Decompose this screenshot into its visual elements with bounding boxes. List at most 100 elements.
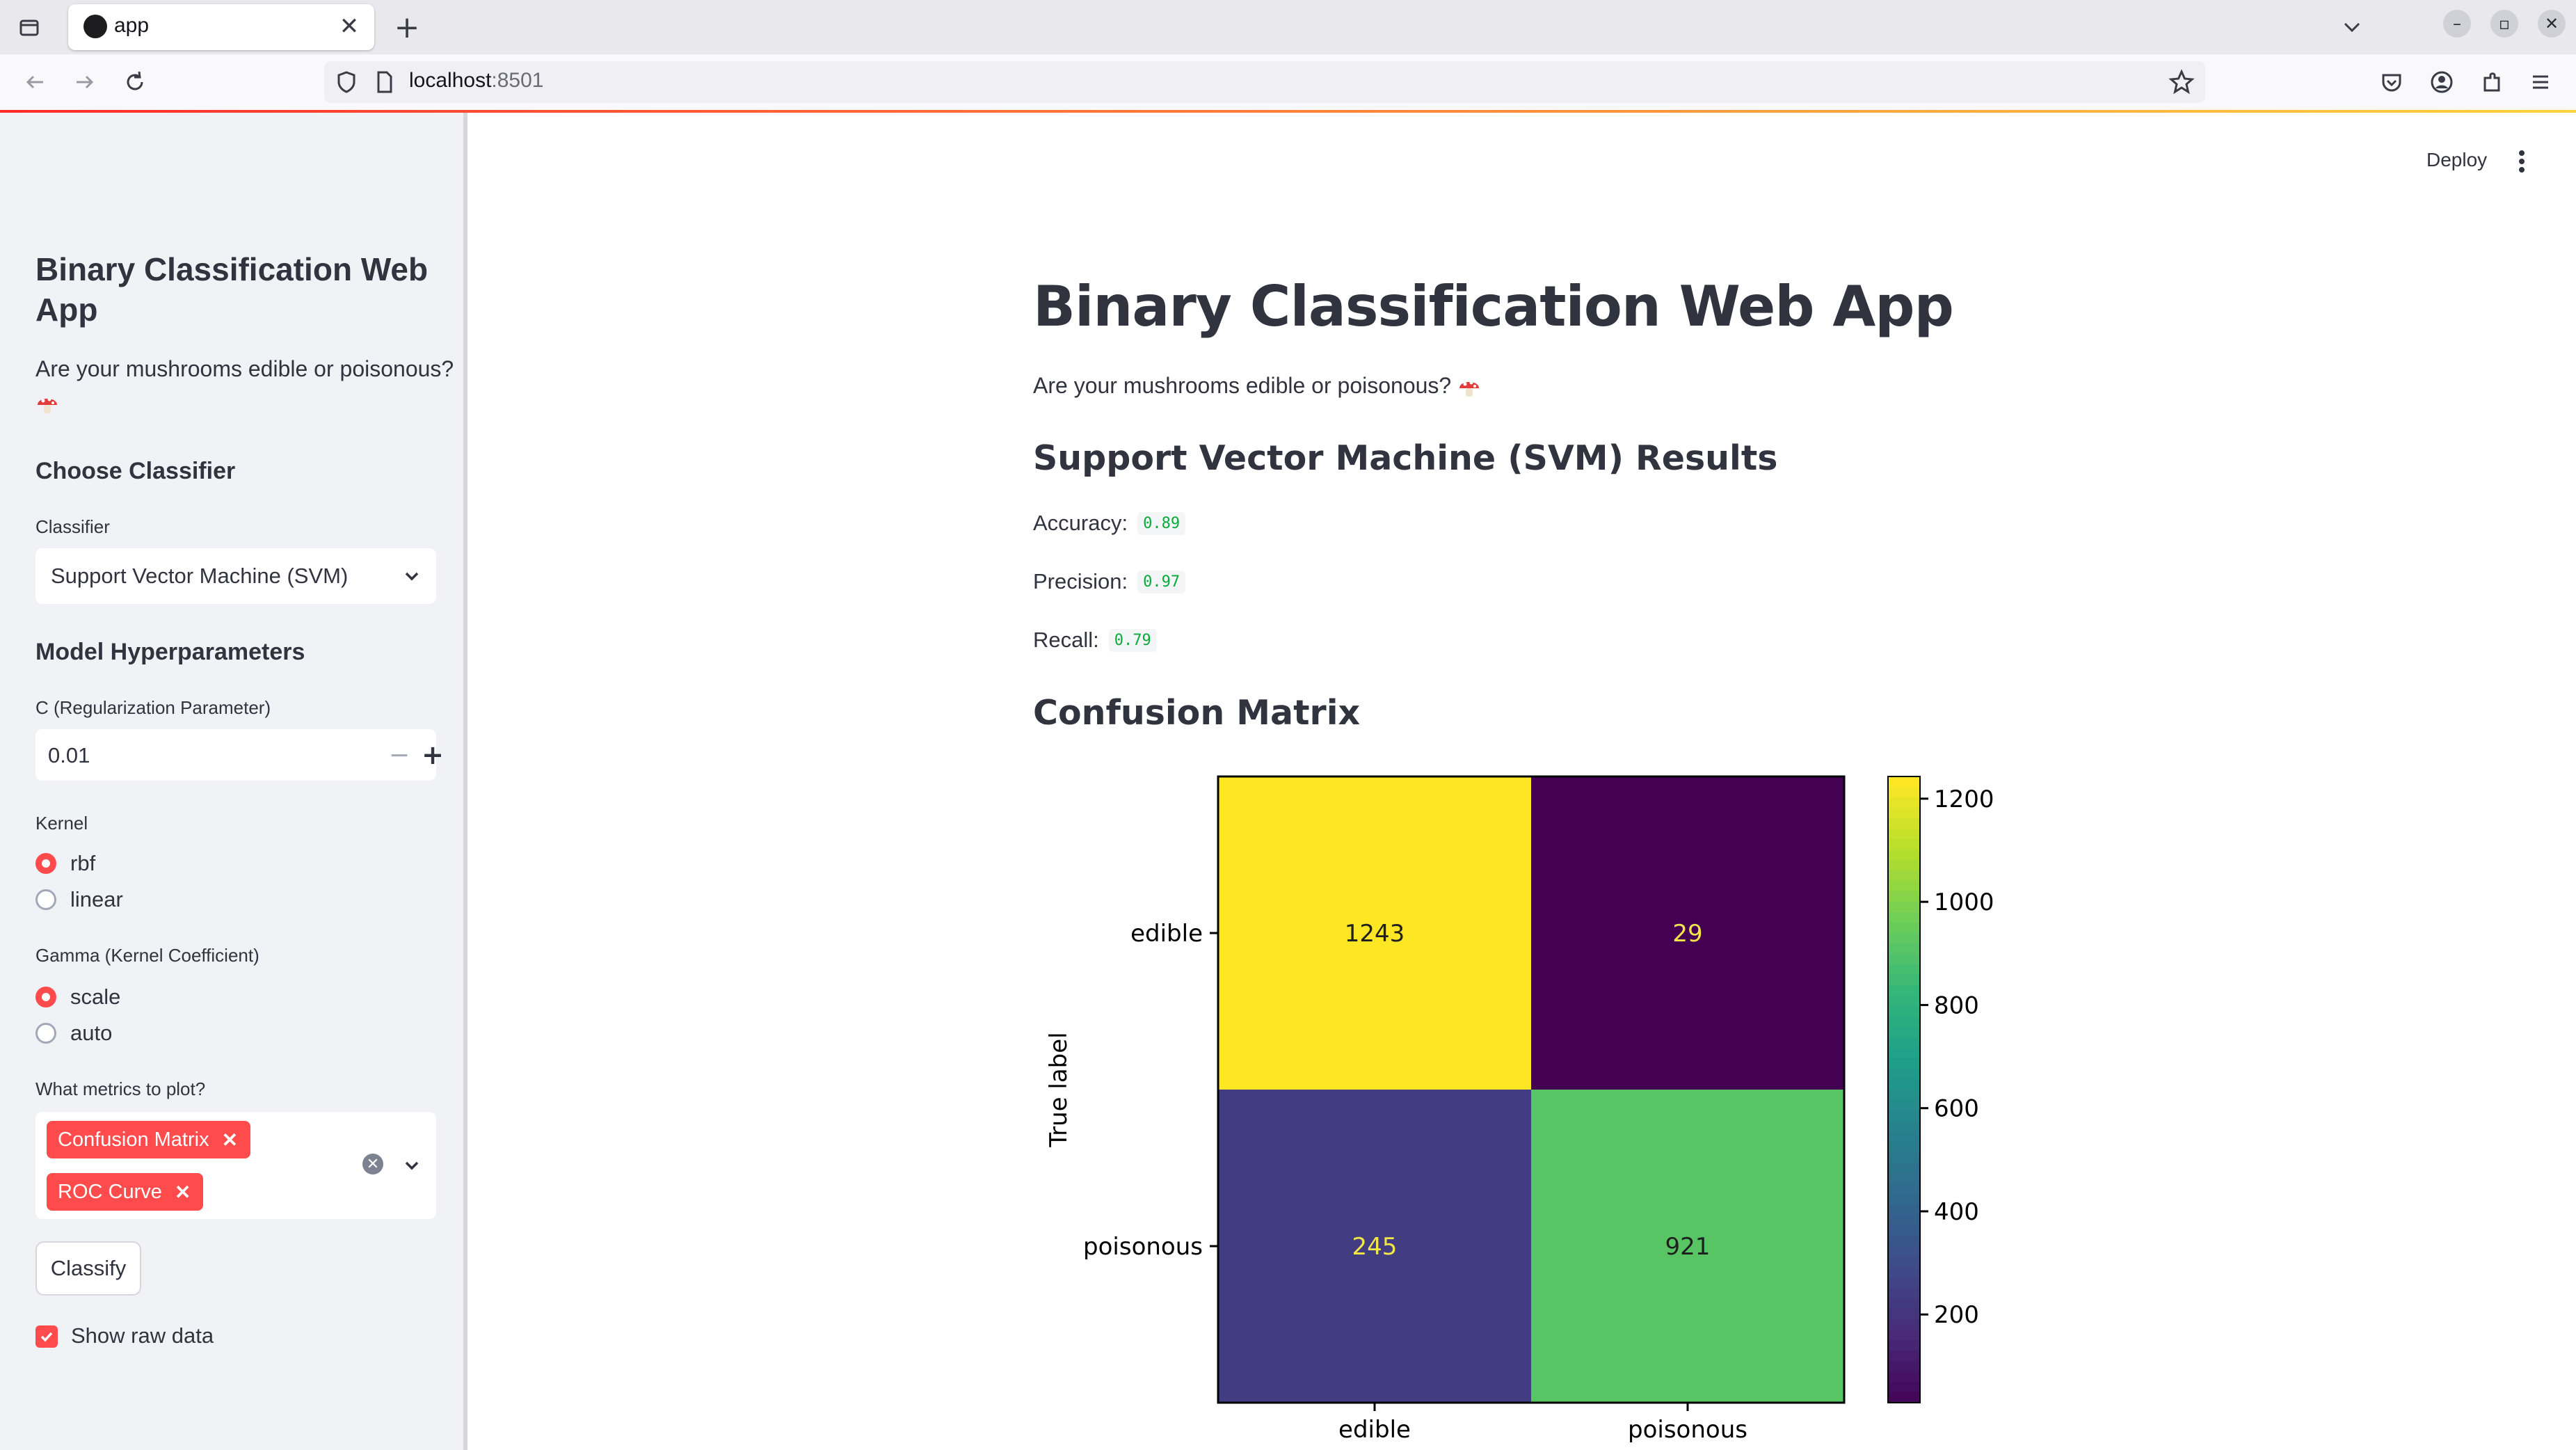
colorbar-segment — [1888, 1017, 1920, 1028]
radio-selected-icon[interactable] — [35, 987, 56, 1007]
pocket-icon[interactable] — [2376, 67, 2407, 97]
colorbar-tick-label: 1200 — [1934, 786, 1994, 813]
gamma-option-scale[interactable]: scale — [35, 981, 120, 1013]
extensions-icon[interactable] — [2477, 67, 2507, 97]
mushroom-icon — [1459, 381, 1480, 397]
browser-tab[interactable]: app ✕ — [68, 4, 374, 50]
colorbar-segment — [1888, 797, 1920, 808]
remove-chip-icon[interactable]: ✕ — [222, 1129, 238, 1152]
colorbar-segment — [1888, 912, 1920, 923]
minimize-window-icon[interactable]: – — [2443, 10, 2471, 38]
choose-classifier-heading: Choose Classifier — [35, 458, 236, 484]
decrement-button[interactable]: − — [382, 738, 417, 772]
colorbar-segment — [1888, 1079, 1920, 1090]
metrics-multiselect[interactable]: Confusion Matrix ✕ ROC Curve ✕ ✕ — [35, 1112, 436, 1219]
colorbar-segment — [1888, 829, 1920, 840]
shield-icon[interactable] — [331, 67, 362, 97]
show-raw-data-checkbox[interactable] — [35, 1325, 58, 1348]
close-tab-icon[interactable]: ✕ — [334, 11, 365, 42]
increment-button[interactable]: + — [415, 738, 450, 772]
browser-tab-bar: app ✕ + – ▫ ✕ — [0, 0, 2576, 54]
colorbar-segment — [1888, 1309, 1920, 1320]
cell-value-label: 921 — [1665, 1233, 1711, 1261]
colorbar-tick-label: 200 — [1934, 1301, 1979, 1329]
bookmark-star-icon[interactable] — [2166, 67, 2197, 97]
main-menu-icon[interactable] — [2511, 146, 2532, 177]
colorbar-segment — [1888, 1142, 1920, 1153]
gamma-option-auto[interactable]: auto — [35, 1017, 112, 1049]
app-menu-icon[interactable] — [2525, 67, 2556, 97]
colorbar-segment — [1888, 1163, 1920, 1174]
chip-label: Confusion Matrix — [58, 1128, 209, 1151]
metric-chip-roc-curve[interactable]: ROC Curve ✕ — [47, 1173, 204, 1211]
kernel-option-rbf[interactable]: rbf — [35, 847, 95, 879]
kernel-label: Kernel — [35, 813, 88, 834]
colorbar-segment — [1888, 787, 1920, 798]
colorbar-segment — [1888, 1371, 1920, 1383]
colorbar-segment — [1888, 1351, 1920, 1362]
chevron-down-icon[interactable] — [401, 1155, 422, 1176]
c-parameter-input[interactable]: 0.01 − + — [35, 729, 444, 781]
classify-button[interactable]: Classify — [35, 1241, 141, 1296]
clear-all-icon[interactable]: ✕ — [362, 1154, 383, 1174]
radio-unselected-icon[interactable] — [35, 1023, 56, 1044]
sidebar-subtitle: Are your mushrooms edible or poisonous? — [35, 356, 454, 381]
colorbar-segment — [1888, 1225, 1920, 1236]
chevron-down-icon[interactable] — [401, 566, 422, 587]
colorbar-segment — [1888, 1319, 1920, 1330]
page-title: Binary Classification Web App — [1033, 274, 1954, 339]
colorbar-segment — [1888, 923, 1920, 934]
reload-icon[interactable] — [120, 67, 150, 97]
colorbar-segment — [1888, 839, 1920, 850]
colorbar-segment — [1888, 776, 1920, 788]
sidebar-resize-handle[interactable] — [463, 113, 467, 1450]
restore-window-icon[interactable]: ▫ — [2490, 10, 2518, 38]
forward-icon[interactable] — [70, 67, 100, 97]
colorbar-segment — [1888, 1069, 1920, 1080]
colorbar-tick-label: 800 — [1934, 991, 1979, 1019]
classifier-select[interactable]: Support Vector Machine (SVM) — [35, 548, 436, 604]
colorbar-segment — [1888, 964, 1920, 975]
recall-value: 0.79 — [1108, 628, 1157, 652]
cell-value-label: 29 — [1672, 920, 1702, 948]
colorbar-segment — [1888, 881, 1920, 892]
confusion-matrix-heading: Confusion Matrix — [1033, 693, 1361, 733]
page-subtitle-text: Are your mushrooms edible or poisonous? — [1033, 373, 1452, 398]
y-tick-label: edible — [1130, 920, 1203, 948]
precision-metric: Precision: 0.97 — [1033, 569, 1186, 594]
show-raw-data-label: Show raw data — [71, 1323, 214, 1348]
colorbar-segment — [1888, 1152, 1920, 1163]
colorbar-segment — [1888, 1204, 1920, 1216]
radio-selected-icon[interactable] — [35, 853, 56, 874]
metric-chip-confusion-matrix[interactable]: Confusion Matrix ✕ — [47, 1121, 251, 1158]
colorbar-segment — [1888, 808, 1920, 819]
new-tab-icon[interactable]: + — [390, 10, 424, 45]
streamlit-favicon-icon — [83, 15, 107, 38]
c-parameter-label: C (Regularization Parameter) — [35, 697, 271, 718]
page-info-icon[interactable] — [369, 67, 399, 97]
recall-label: Recall: — [1033, 628, 1099, 652]
accuracy-metric: Accuracy: 0.89 — [1033, 511, 1186, 536]
colorbar-segment — [1888, 1121, 1920, 1132]
colorbar-segment — [1888, 954, 1920, 965]
close-window-icon[interactable]: ✕ — [2538, 10, 2566, 38]
colorbar-segment — [1888, 975, 1920, 986]
y-axis-label: True label — [1045, 1032, 1073, 1147]
remove-chip-icon[interactable]: ✕ — [175, 1181, 191, 1204]
cell-value-label: 1243 — [1345, 920, 1405, 948]
tab-list-icon[interactable] — [14, 13, 45, 43]
kernel-option-linear[interactable]: linear — [35, 884, 123, 916]
list-all-tabs-icon[interactable] — [2335, 10, 2369, 45]
colorbar-segment — [1888, 1184, 1920, 1195]
colorbar-segment — [1888, 891, 1920, 902]
x-tick-label: poisonous — [1628, 1416, 1747, 1444]
back-icon[interactable] — [19, 67, 50, 97]
colorbar-segment — [1888, 850, 1920, 861]
colorbar-segment — [1888, 985, 1920, 996]
deploy-button[interactable]: Deploy — [2426, 149, 2487, 171]
colorbar-segment — [1888, 1100, 1920, 1111]
account-icon[interactable] — [2426, 67, 2457, 97]
radio-unselected-icon[interactable] — [35, 889, 56, 910]
colorbar-segment — [1888, 1027, 1920, 1038]
address-bar[interactable] — [324, 61, 2205, 103]
